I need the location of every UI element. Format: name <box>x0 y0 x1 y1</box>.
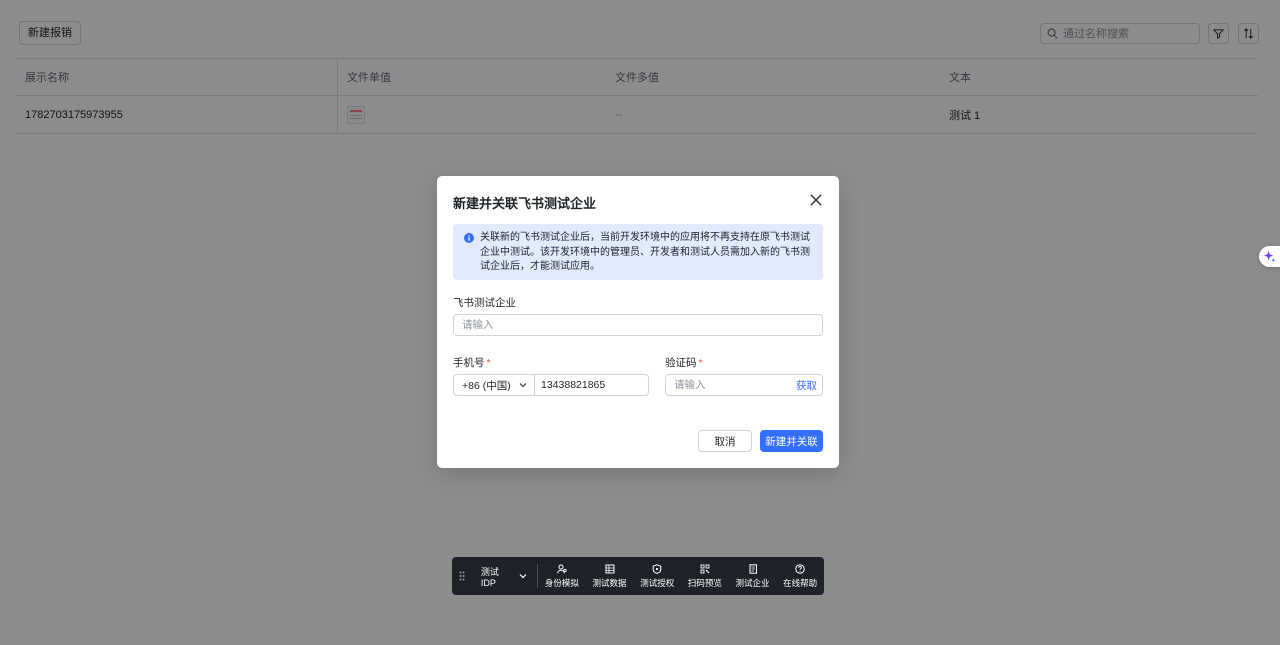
chevron-down-icon <box>519 383 527 388</box>
tool-label: 扫码预览 <box>687 577 722 588</box>
tool-label: 测试授权 <box>640 577 675 588</box>
phone-number-field[interactable] <box>535 375 648 395</box>
required-mark: * <box>698 357 703 369</box>
create-link-company-dialog: 新建并关联飞书测试企业 关联新的飞书测试企业后，当前开发环境中的应用将不再支持在… <box>437 176 839 468</box>
create-and-link-button[interactable]: 新建并关联 <box>760 430 823 452</box>
tool-test-auth[interactable]: 测试授权 <box>633 563 681 589</box>
idp-selector[interactable]: 测试 IDP <box>471 564 539 588</box>
phone-number-input[interactable] <box>541 379 648 391</box>
notice-text: 关联新的飞书测试企业后，当前开发环境中的应用将不再支持在原飞书测试企业中测试。该… <box>480 232 810 273</box>
cancel-button[interactable]: 取消 <box>698 430 752 452</box>
tool-test-data[interactable]: 测试数据 <box>586 564 634 589</box>
help-icon <box>795 563 805 574</box>
document-icon <box>749 563 757 574</box>
ai-assistant-button[interactable] <box>1259 246 1280 267</box>
country-code-select[interactable]: +86 (中国) <box>454 375 535 395</box>
code-label: 验证码 * <box>665 355 703 370</box>
tool-label: 测试企业 <box>735 577 770 588</box>
phone-label: 手机号 * <box>453 355 491 370</box>
tool-test-company[interactable]: 测试企业 <box>729 563 777 589</box>
country-code-value: +86 (中国) <box>462 379 511 392</box>
shield-icon <box>652 563 662 574</box>
table-icon <box>605 564 615 573</box>
verification-code-field[interactable]: 获取 <box>665 374 823 396</box>
info-icon <box>464 233 474 243</box>
phone-label-text: 手机号 <box>453 357 485 369</box>
tool-label: 身份模拟 <box>544 577 579 588</box>
close-icon[interactable] <box>809 193 823 207</box>
info-notice: 关联新的飞书测试企业后，当前开发环境中的应用将不再支持在原飞书测试企业中测试。该… <box>453 224 823 280</box>
tool-label: 测试数据 <box>592 577 627 588</box>
verification-code-input[interactable] <box>674 379 796 391</box>
tool-scan-preview[interactable]: 扫码预览 <box>681 564 729 589</box>
required-mark: * <box>486 357 491 369</box>
user-icon <box>557 564 567 573</box>
idp-label: 测试 IDP <box>480 566 499 588</box>
phone-field: +86 (中国) <box>453 374 649 396</box>
company-label: 飞书测试企业 <box>453 297 516 309</box>
get-code-link[interactable]: 获取 <box>796 378 817 393</box>
drag-handle-icon[interactable] <box>454 571 471 581</box>
company-field[interactable] <box>453 314 823 336</box>
qrcode-icon <box>700 564 710 573</box>
tool-identity-simulation[interactable]: 身份模拟 <box>538 564 586 589</box>
code-label-text: 验证码 <box>665 357 697 369</box>
dialog-title: 新建并关联飞书测试企业 <box>453 196 597 211</box>
tool-online-help[interactable]: 在线帮助 <box>776 563 824 589</box>
sparkle-icon <box>1263 250 1276 263</box>
dev-toolbar: 测试 IDP 身份模拟 测试数据 测试授权 扫码预览 测试企业 在线帮助 <box>452 557 824 595</box>
company-input[interactable] <box>462 319 814 331</box>
tool-label: 在线帮助 <box>783 577 818 588</box>
chevron-down-icon <box>519 574 527 579</box>
